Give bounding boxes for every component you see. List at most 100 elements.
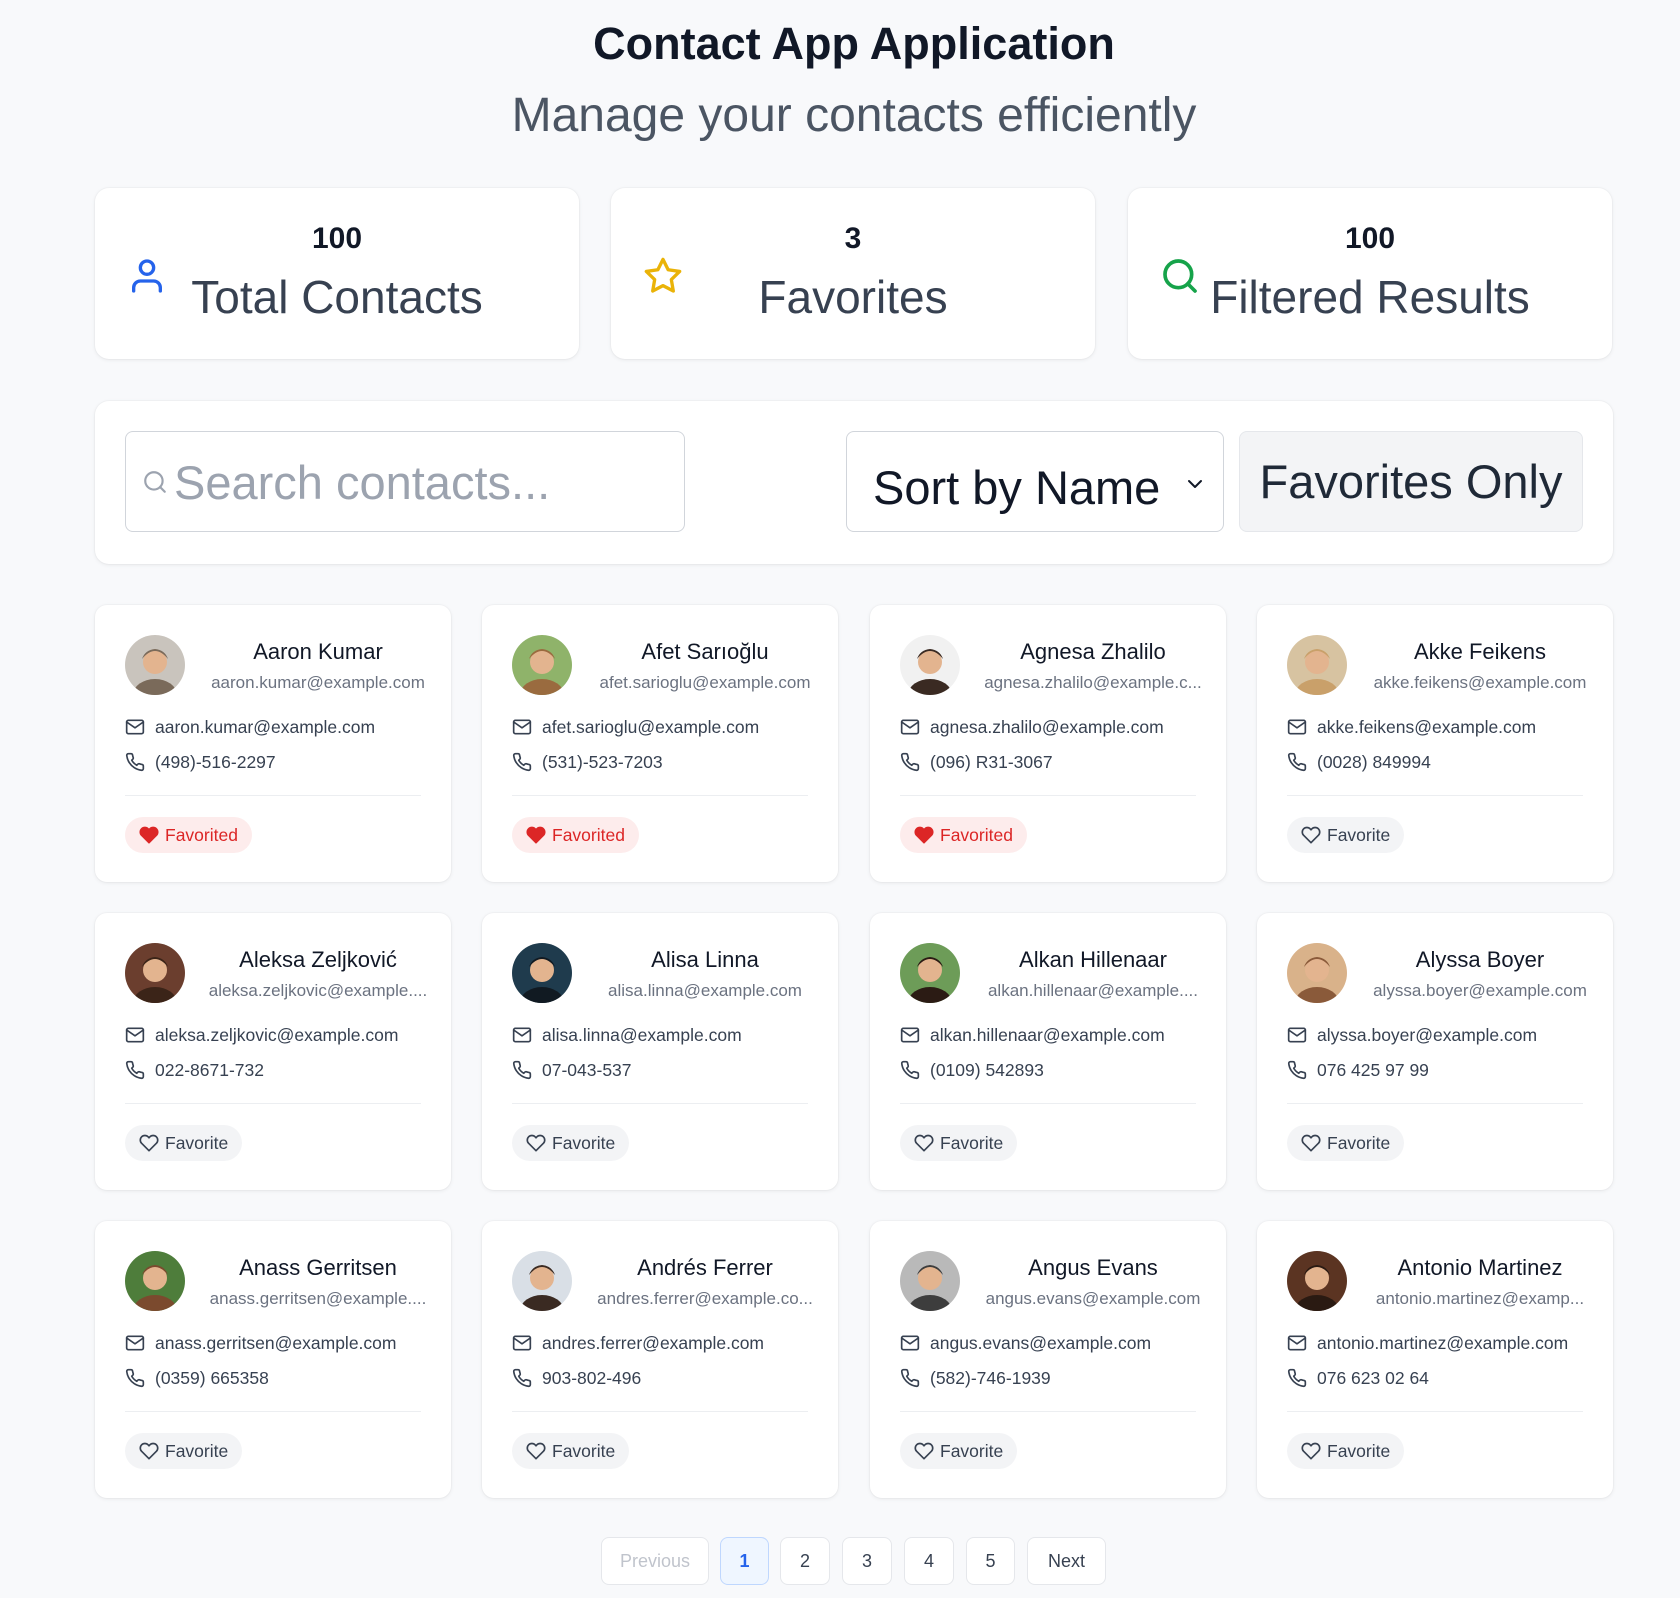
contact-phone: 903-802-496 (542, 1367, 642, 1388)
phone-icon (125, 752, 145, 772)
contact-name: Alisa Linna (651, 947, 759, 972)
mail-icon (1287, 1335, 1307, 1351)
phone-icon (1287, 1368, 1307, 1388)
search-input[interactable] (174, 450, 674, 514)
contact-name: Akke Feikens (1413, 639, 1547, 664)
contact-phone: (531)-523-7203 (542, 751, 663, 772)
stat-value: 3 (844, 222, 862, 255)
avatar (512, 943, 572, 1003)
contact-email: aleksa.zeljkovic@example.com (155, 1024, 399, 1045)
page-button-3[interactable]: 3 (842, 1537, 892, 1585)
contact-email: antonio.martinez@example.com (1317, 1332, 1569, 1353)
contact-email-summary: alkan.hillenaar@example.... (987, 981, 1199, 1000)
contact-card: Angus Evans angus.evans@example.com angus.… (870, 1221, 1226, 1498)
sort-select[interactable]: Sort by Name (846, 431, 1224, 532)
contact-name: Agnesa Zhalilo (1020, 639, 1166, 664)
phone-icon (900, 1060, 920, 1080)
favorite-label: Favorite (165, 1440, 229, 1461)
contact-name: Afet Sarıoğlu (641, 639, 769, 664)
contact-card: Anass Gerritsen anass.gerritsen@example..… (95, 1221, 451, 1498)
contact-email-summary: akke.feikens@example.com (1373, 673, 1587, 692)
favorite-toggle-button[interactable]: Favorited (900, 817, 1027, 853)
contact-name: Alkan Hillenaar (1019, 947, 1167, 972)
phone-row: (582)-746-1939 (900, 1366, 1206, 1390)
email-row: agnesa.zhalilo@example.com (900, 715, 1206, 739)
email-row: afet.sarioglu@example.com (512, 715, 818, 739)
favorite-toggle-button[interactable]: Favorited (125, 817, 252, 853)
card-divider (900, 795, 1196, 796)
contact-card: Afet Sarıoğlu afet.sarioglu@example.com af… (482, 605, 838, 882)
stat-value: 100 (1344, 222, 1396, 255)
contact-card: Andrés Ferrer andres.ferrer@example.co...… (482, 1221, 838, 1498)
sort-select-value: Sort by Name (873, 461, 1161, 514)
favorite-toggle-button[interactable]: Favorite (125, 1125, 243, 1161)
favorite-toggle-button[interactable]: Favorite (1287, 1433, 1405, 1469)
favorite-toggle-button[interactable]: Favorite (1287, 817, 1405, 853)
page-button-2[interactable]: 2 (780, 1537, 830, 1585)
stat-label: Filtered Results (1210, 271, 1530, 323)
avatar (900, 943, 960, 1003)
card-divider (900, 1411, 1196, 1412)
heart-icon (914, 1134, 934, 1152)
favorite-toggle-button[interactable]: Favorite (1287, 1125, 1405, 1161)
contact-card: Alisa Linna alisa.linna@example.com alisa.… (482, 913, 838, 1190)
phone-row: (498)-516-2297 (125, 750, 431, 774)
card-divider (125, 1103, 421, 1104)
email-row: alkan.hillenaar@example.com (900, 1023, 1206, 1047)
next-page-button[interactable]: Next (1027, 1537, 1106, 1585)
mail-icon (125, 1027, 145, 1043)
favorite-label: Favorite (165, 1132, 229, 1153)
heart-icon (139, 1442, 159, 1460)
contact-phone: 07-043-537 (542, 1059, 632, 1080)
favorite-toggle-button[interactable]: Favorite (900, 1433, 1018, 1469)
email-row: antonio.martinez@example.com (1287, 1331, 1593, 1355)
page-button-4[interactable]: 4 (904, 1537, 954, 1585)
favorite-toggle-button[interactable]: Favorited (512, 817, 639, 853)
contact-card: Alkan Hillenaar alkan.hillenaar@example..… (870, 913, 1226, 1190)
heart-icon (914, 1442, 934, 1460)
phone-icon (900, 752, 920, 772)
avatar (1287, 943, 1347, 1003)
heart-icon (139, 826, 159, 844)
favorite-label: Favorited (552, 824, 625, 845)
page-button-5[interactable]: 5 (966, 1537, 1015, 1585)
previous-page-button[interactable]: Previous (601, 1537, 709, 1585)
contact-card: Akke Feikens akke.feikens@example.com akke… (1257, 605, 1613, 882)
contact-card: Aleksa Zeljković aleksa.zeljkovic@example… (95, 913, 451, 1190)
card-divider (512, 795, 808, 796)
mail-icon (900, 1027, 920, 1043)
favorite-toggle-button[interactable]: Favorite (125, 1433, 243, 1469)
contact-email: agnesa.zhalilo@example.com (930, 716, 1164, 737)
mail-icon (512, 719, 532, 735)
avatar (125, 1251, 185, 1311)
stat-label: Favorites (758, 271, 948, 323)
phone-row: (0109) 542893 (900, 1058, 1206, 1082)
card-divider (125, 1411, 421, 1412)
contact-card: Aaron Kumar aaron.kumar@example.com aaron.… (95, 605, 451, 882)
favorite-toggle-button[interactable]: Favorite (512, 1125, 630, 1161)
contact-email-summary: alyssa.boyer@example.com (1373, 981, 1587, 1000)
phone-row: (0359) 665358 (125, 1366, 431, 1390)
contact-phone: (0028) 849994 (1317, 751, 1431, 772)
contact-email-summary: alisa.linna@example.com (608, 981, 802, 1000)
contact-phone: 076 425 97 99 (1317, 1059, 1429, 1080)
favorites-only-button[interactable]: Favorites Only (1239, 431, 1583, 532)
page-title: Contact App Application (593, 18, 1115, 69)
email-row: alisa.linna@example.com (512, 1023, 818, 1047)
contact-name: Andrés Ferrer (637, 1255, 773, 1280)
page-button-1[interactable]: 1 (720, 1537, 769, 1585)
phone-icon (1287, 752, 1307, 772)
contact-phone: (0359) 665358 (155, 1367, 269, 1388)
card-divider (1287, 1411, 1583, 1412)
favorite-label: Favorited (940, 824, 1013, 845)
phone-icon (125, 1368, 145, 1388)
card-divider (1287, 1103, 1583, 1104)
chevron-down-icon (1188, 480, 1202, 488)
favorite-toggle-button[interactable]: Favorite (512, 1433, 630, 1469)
heart-icon (914, 826, 934, 844)
email-row: akke.feikens@example.com (1287, 715, 1593, 739)
contact-phone: (0109) 542893 (930, 1059, 1044, 1080)
mail-icon (1287, 1027, 1307, 1043)
phone-icon (512, 752, 532, 772)
favorite-toggle-button[interactable]: Favorite (900, 1125, 1018, 1161)
